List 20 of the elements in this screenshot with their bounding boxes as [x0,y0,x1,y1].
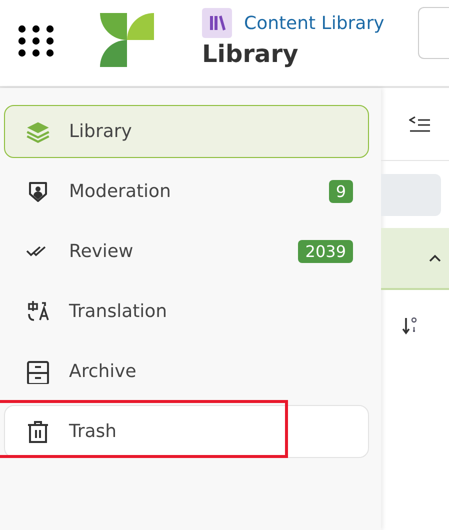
sidebar-item[interactable]: Library [4,105,369,158]
sidebar-item[interactable]: Moderation 9 [4,165,369,218]
drawers-icon [25,360,51,384]
count-badge: 2039 [298,240,353,263]
app-name[interactable]: Content Library [244,12,384,34]
page-title: Library [202,40,300,68]
header-field[interactable] [418,7,449,59]
books-icon [202,8,232,38]
logo-icon [100,13,154,67]
sidebar-item[interactable]: Translation [4,285,369,338]
apps-grid-icon[interactable] [18,25,54,57]
chevron-up-icon [429,254,441,262]
trash-icon [25,420,51,444]
collapse-menu-icon[interactable] [409,115,431,133]
sort-icon[interactable] [402,316,418,336]
sidebar-item[interactable]: Archive [4,345,369,398]
count-badge: 9 [328,180,353,203]
translate-icon [25,300,51,324]
sidebar-item[interactable]: Review 2039 [4,225,369,278]
sidebar-item[interactable]: Trash [4,405,369,458]
